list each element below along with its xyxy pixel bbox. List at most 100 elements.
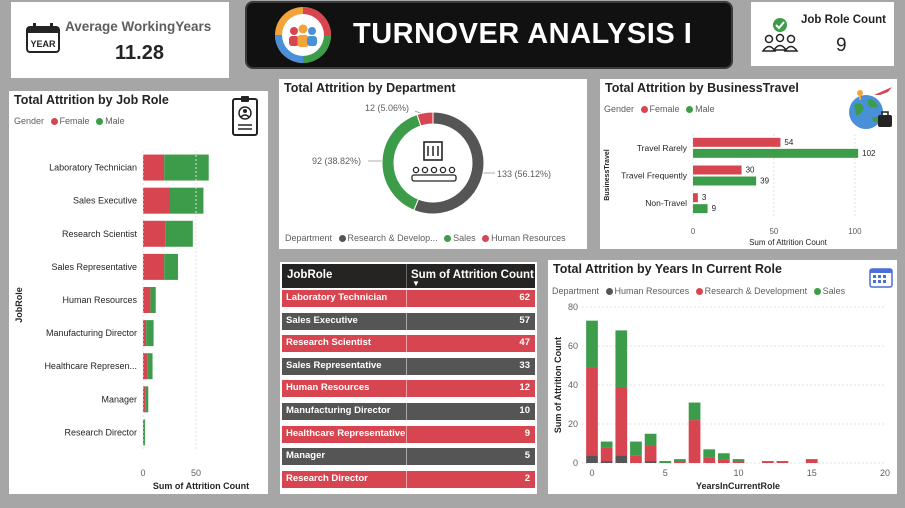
cell-attrition-count: 57: [519, 314, 530, 326]
bar-female: [693, 193, 698, 203]
y-tick-label: Manufacturing Director: [46, 328, 137, 338]
building-people-icon: [406, 136, 460, 190]
bar-male: [693, 148, 859, 158]
bar-segment: [615, 330, 628, 387]
data-label: 39: [760, 177, 769, 186]
table-row[interactable]: Sales Representative 33: [282, 357, 535, 375]
bar-female: [143, 220, 166, 247]
data-label: 102: [862, 149, 876, 158]
y-tick-label: Manager: [101, 394, 137, 404]
column-divider: [406, 380, 407, 398]
cell-jobrole: Sales Executive: [286, 314, 358, 326]
bar-male: [164, 154, 209, 181]
column-divider: [406, 425, 407, 443]
y-tick-label: Non-Travel: [645, 198, 687, 208]
data-label: 30: [746, 166, 755, 175]
bar-female: [693, 137, 781, 147]
table-row[interactable]: Manager 5: [282, 448, 535, 466]
y-tick-label: Research Director: [64, 427, 137, 437]
bar-segment: [674, 461, 686, 463]
y-tick-label: Healthcare Represen...: [44, 361, 137, 371]
data-label: 9: [712, 204, 717, 213]
y-tick-label: 0: [573, 458, 578, 468]
x-tick-label: 20: [880, 468, 890, 478]
bar-male: [147, 353, 153, 380]
column-divider: [406, 264, 407, 288]
cell-jobrole: Manager: [286, 450, 326, 462]
table-row[interactable]: Research Director 2: [282, 470, 535, 488]
label-human-resources: 12 (5.06%): [365, 103, 409, 113]
x-tick-label: 5: [663, 468, 668, 478]
column-header-jobrole[interactable]: JobRole: [287, 269, 332, 281]
table-row[interactable]: Research Scientist 47: [282, 335, 535, 353]
chart-attrition-by-department: Total Attrition by Department 12 (5.06%)…: [279, 79, 587, 249]
column-header-attrition[interactable]: Sum of Attrition Count: [411, 269, 534, 281]
bar-female: [143, 353, 148, 380]
cell-attrition-count: 2: [524, 472, 530, 484]
bar-segment: [615, 386, 628, 456]
cell-jobrole: Sales Representative: [286, 359, 382, 371]
bar-segment: [732, 459, 745, 462]
bar-female: [143, 154, 165, 181]
label-research-development: 133 (56.12%): [497, 169, 551, 179]
table-header: JobRole Sum of Attrition Count ▼: [282, 264, 535, 288]
y-tick-label: Travel Frequently: [621, 171, 688, 181]
bar-male: [165, 220, 193, 247]
x-tick-label: 10: [733, 468, 743, 478]
y-tick-label: Human Resources: [62, 295, 137, 305]
cell-jobrole: Human Resources: [286, 382, 370, 394]
department-donut: 12 (5.06%) 92 (38.82%) 133 (56.12%): [312, 103, 551, 215]
bar-segment: [659, 461, 672, 463]
y-tick-label: Sales Representative: [51, 262, 137, 272]
bar-segment: [761, 461, 774, 463]
y-axis-title: Sum of Attrition Count: [553, 337, 563, 433]
dashboard-title: TURNOVER ANALYSIS I: [353, 18, 693, 50]
cell-jobrole: Manufacturing Director: [286, 405, 391, 416]
sort-descending-icon[interactable]: ▼: [412, 279, 420, 288]
cell-attrition-count: 62: [519, 292, 530, 303]
bar-segment: [644, 445, 657, 462]
table-row[interactable]: Laboratory Technician 62: [282, 290, 535, 307]
label-sales: 92 (38.82%): [312, 156, 361, 166]
attrition-by-job-role-table: JobRole Sum of Attrition Count ▼ Laborat…: [280, 262, 537, 494]
bar-segment: [586, 455, 598, 463]
table-row[interactable]: Manufacturing Director 10: [282, 403, 535, 420]
bar-segment: [615, 455, 628, 463]
y-tick-label: 80: [568, 302, 578, 312]
cell-attrition-count: 12: [519, 382, 530, 394]
kpi-label: Job Role Count: [801, 14, 886, 26]
x-tick-label: 0: [589, 468, 594, 478]
bar-segment: [703, 449, 716, 458]
calendar-icon-text: YEAR: [30, 39, 56, 49]
chart-attrition-by-job-role: Total Attrition by Job Role Gender Femal…: [9, 91, 268, 494]
kpi-job-role-count: Job Role Count 9: [751, 2, 894, 66]
column-divider: [406, 448, 407, 466]
bar-segment: [644, 461, 657, 463]
cell-attrition-count: 10: [519, 405, 530, 416]
bar-male: [693, 204, 708, 214]
legend-label-sales: Sales: [453, 233, 476, 243]
y-tick-label: Sales Executive: [73, 196, 137, 206]
table-row[interactable]: Sales Executive 57: [282, 312, 535, 330]
column-divider: [406, 312, 407, 330]
bar-segment: [630, 455, 642, 463]
bar-male: [164, 253, 178, 280]
cell-attrition-count: 5: [524, 450, 530, 462]
bar-segment: [805, 459, 818, 463]
calendar-year-icon: YEAR: [25, 22, 61, 54]
bar-male: [693, 176, 757, 186]
legend-swatch-hr: [482, 235, 490, 243]
bar-segment: [644, 433, 657, 446]
column-divider: [406, 470, 407, 488]
bar-male: [150, 287, 156, 313]
bar-segment: [630, 441, 642, 456]
team-check-icon: [760, 16, 800, 56]
kpi-average-working-years: YEAR Average WorkingYears 11.28: [11, 2, 229, 78]
x-axis-title: YearsInCurrentRole: [696, 481, 780, 491]
legend-title: Department: [285, 233, 333, 243]
table-row[interactable]: Human Resources 12: [282, 380, 535, 398]
x-tick-label: 15: [807, 468, 817, 478]
x-tick-label: 100: [848, 227, 862, 236]
table-row[interactable]: Healthcare Representative 9: [282, 425, 535, 443]
bar-male: [146, 320, 154, 347]
